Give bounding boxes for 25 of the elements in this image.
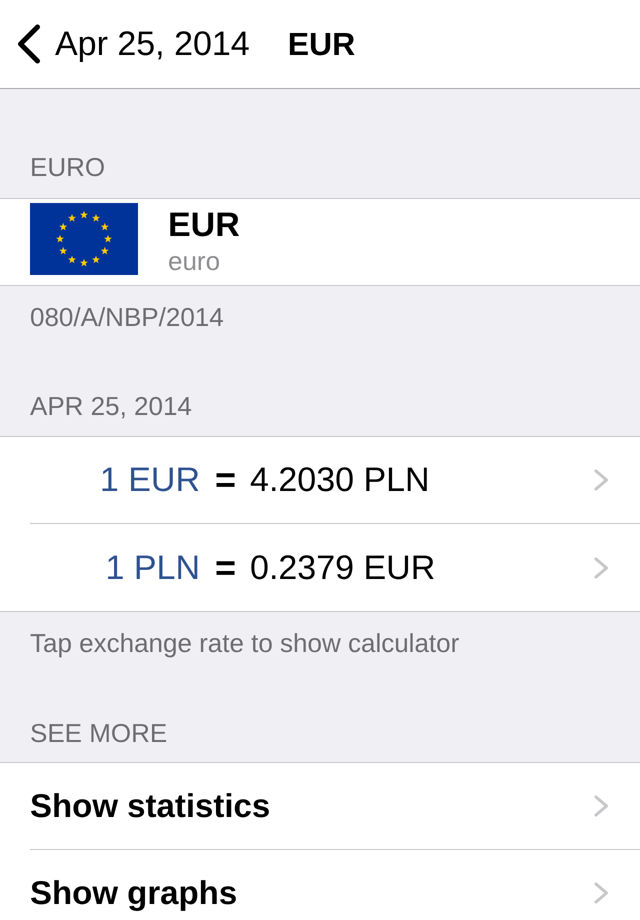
menu-row[interactable]: Show graphs [30,850,640,920]
converted-amount: 4.2030 PLN [250,460,430,500]
section-header: APR 25, 2014 [30,391,193,421]
base-amount: 1 EUR [98,460,200,500]
currency-code: EUR [168,205,240,245]
document-number: 080/A/NBP/2014 [30,302,225,332]
exchange-rate-row[interactable]: 1 PLN = 0.2379 EUR [30,524,640,611]
section-header: SEE MORE [30,718,168,748]
navigation-title: EUR [288,25,356,64]
flag-icon [30,203,138,275]
section-header: EURO [30,152,106,182]
equals-sign: = [215,548,236,588]
chevron-right-icon [594,556,609,578]
base-amount: 1 PLN [104,548,200,588]
converted-amount: 0.2379 EUR [250,548,436,588]
hint-text: Tap exchange rate to show calculator [30,628,460,658]
equals-sign: = [215,460,236,500]
chevron-right-icon [594,882,609,904]
currency-name: euro [168,245,222,277]
exchange-rate-row[interactable]: 1 EUR = 4.2030 PLN [30,437,640,524]
menu-row[interactable]: Show statistics [30,763,640,850]
chevron-right-icon [594,795,609,817]
back-button[interactable]: Apr 25, 2014 [16,24,250,64]
chevron-left-icon [16,24,41,64]
chevron-right-icon [594,469,609,491]
